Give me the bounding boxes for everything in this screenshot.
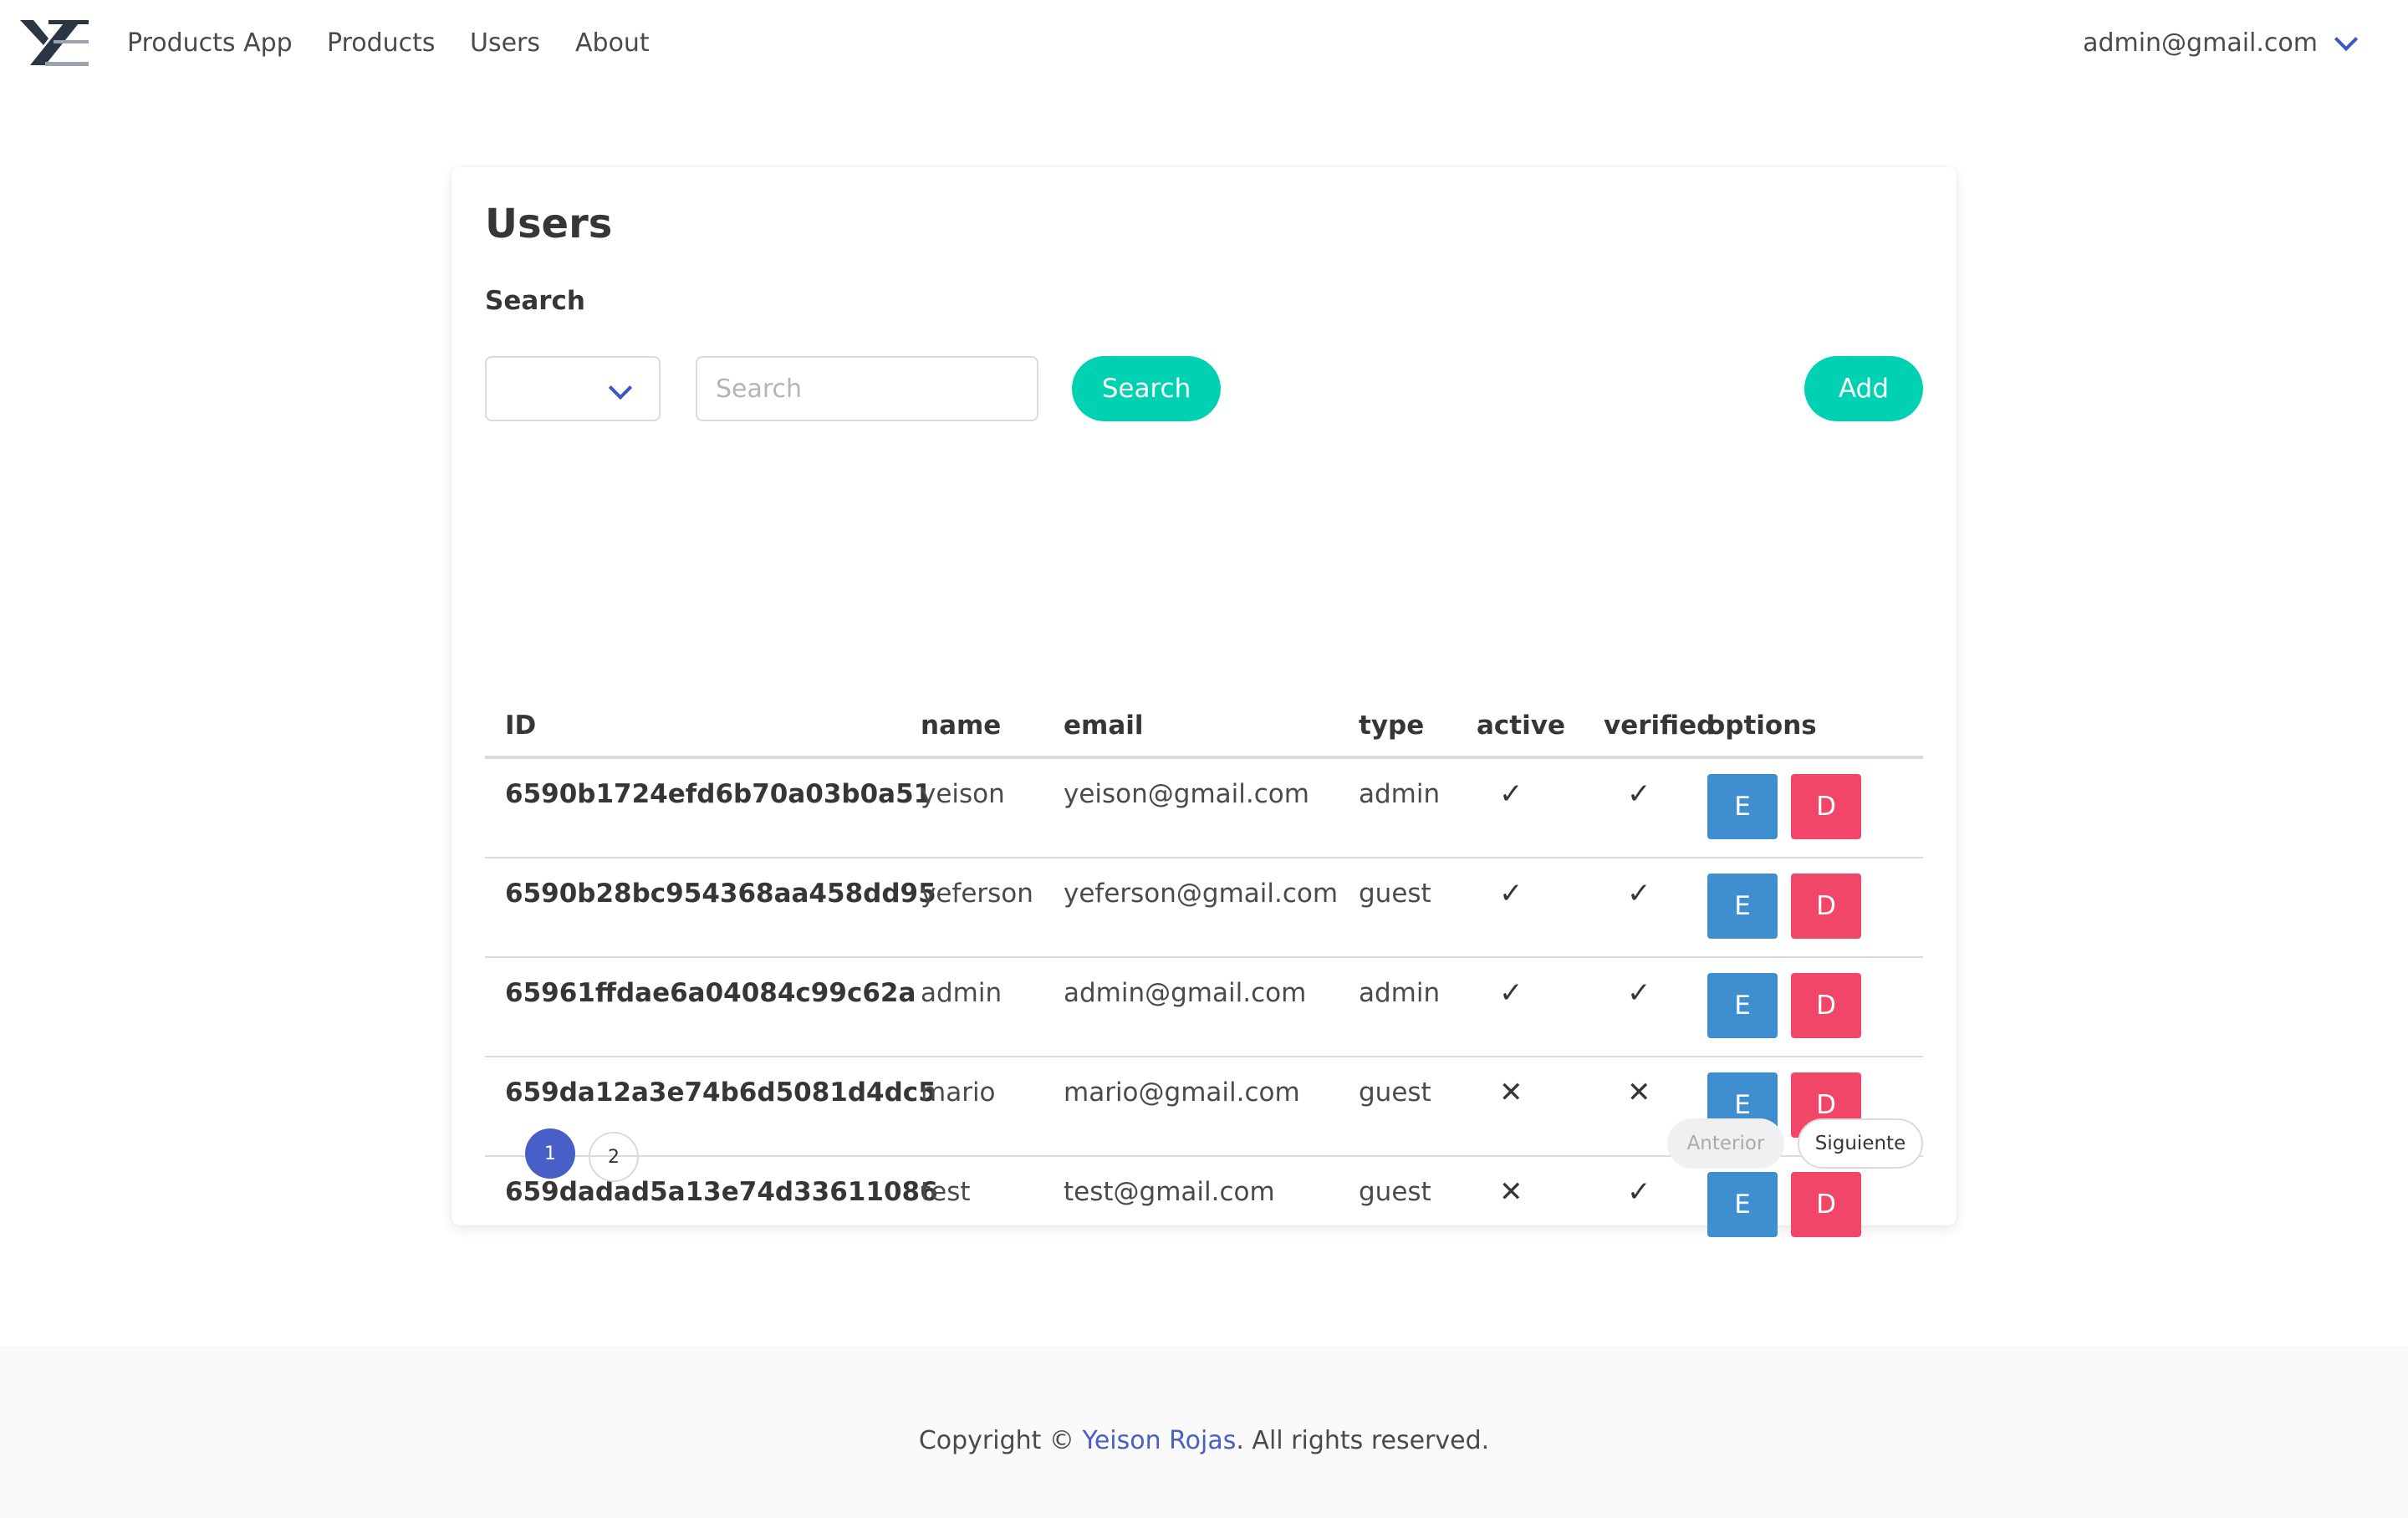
next-page-button[interactable]: Siguiente (1798, 1118, 1923, 1169)
check-icon: ✓ (1499, 777, 1523, 811)
column-header-active: active (1477, 711, 1565, 741)
search-field-select[interactable] (485, 356, 661, 421)
nav-link-products[interactable]: Products (327, 25, 436, 62)
cross-icon: ✕ (1627, 1076, 1651, 1109)
cell-name: test (921, 1177, 971, 1207)
cell-type: guest (1359, 879, 1431, 909)
footer-copyright: Copyright © Yeison Rojas. All rights res… (0, 1423, 2408, 1459)
cell-email: mario@gmail.com (1064, 1077, 1300, 1108)
check-icon: ✓ (1627, 1175, 1651, 1209)
delete-button[interactable]: D (1791, 774, 1861, 839)
cell-email: yeison@gmail.com (1064, 779, 1309, 809)
cell-id: 659da12a3e74b6d5081d4dc5 (505, 1077, 936, 1108)
user-email: admin@gmail.com (2083, 28, 2318, 58)
cell-id: 6590b28bc954368aa458dd95 (505, 879, 936, 909)
edit-button[interactable]: E (1707, 973, 1778, 1038)
cell-id: 659dadad5a13e74d33611086 (505, 1177, 938, 1207)
chevron-down-icon (2334, 27, 2359, 52)
cell-type: guest (1359, 1177, 1431, 1207)
column-header-options: options (1707, 711, 1817, 741)
user-menu[interactable]: admin@gmail.com (2083, 25, 2359, 62)
edit-button[interactable]: E (1707, 1172, 1778, 1237)
copyright-prefix: Copyright © (918, 1426, 1083, 1455)
edit-button[interactable]: E (1707, 774, 1778, 839)
table-row: 6590b1724efd6b70a03b0a51 yeison yeison@g… (485, 759, 1923, 858)
column-header-email: email (1064, 711, 1144, 741)
cell-email: test@gmail.com (1064, 1177, 1275, 1207)
column-header-id: ID (505, 711, 537, 741)
previous-page-button[interactable]: Anterior (1667, 1118, 1784, 1169)
column-header-verified: verified (1604, 711, 1716, 741)
cell-email: admin@gmail.com (1064, 978, 1307, 1008)
cell-name: yeison (921, 779, 1005, 809)
nav-link-users[interactable]: Users (470, 25, 540, 62)
copyright-suffix: . All rights reserved. (1236, 1426, 1490, 1455)
cell-type: admin (1359, 779, 1441, 809)
cell-name: mario (921, 1077, 996, 1108)
check-icon: ✓ (1499, 976, 1523, 1010)
check-icon: ✓ (1499, 877, 1523, 910)
footer: Copyright © Yeison Rojas. All rights res… (0, 1346, 2408, 1518)
search-button[interactable]: Search (1072, 356, 1221, 421)
column-header-type: type (1359, 711, 1425, 741)
author-link[interactable]: Yeison Rojas (1082, 1426, 1236, 1455)
search-input[interactable] (696, 356, 1038, 421)
users-card: Users Search Search Add ID name email ty… (452, 167, 1956, 1237)
cell-name: admin (921, 978, 1002, 1008)
pagination-page-2[interactable]: 2 (589, 1132, 639, 1182)
cell-type: guest (1359, 1077, 1431, 1108)
check-icon: ✓ (1627, 976, 1651, 1010)
cross-icon: ✕ (1499, 1175, 1523, 1209)
check-icon: ✓ (1627, 777, 1651, 811)
cross-icon: ✕ (1499, 1076, 1523, 1109)
navbar: Products App Products Users About admin@… (0, 0, 2408, 89)
page-title: Users (485, 201, 613, 247)
cell-name: yeferson (921, 879, 1033, 909)
column-header-name: name (921, 711, 1002, 741)
cell-id: 65961ffdae6a04084c99c62a (505, 978, 916, 1008)
add-user-button[interactable]: Add (1804, 356, 1923, 421)
delete-button[interactable]: D (1791, 1172, 1861, 1237)
cell-email: yeferson@gmail.com (1064, 879, 1339, 909)
brand-logo-icon[interactable] (20, 18, 89, 67)
table-row: 659dadad5a13e74d33611086 test test@gmail… (485, 1157, 1923, 1256)
nav-brand-link[interactable]: Products App (127, 25, 293, 62)
check-icon: ✓ (1627, 877, 1651, 910)
cell-id: 6590b1724efd6b70a03b0a51 (505, 779, 932, 809)
delete-button[interactable]: D (1791, 874, 1861, 939)
search-label: Search (485, 286, 586, 316)
cell-type: admin (1359, 978, 1441, 1008)
pagination-page-1[interactable]: 1 (525, 1128, 575, 1179)
nav-link-about[interactable]: About (575, 25, 650, 62)
delete-button[interactable]: D (1791, 973, 1861, 1038)
table-header: ID name email type active verified optio… (485, 685, 1923, 759)
table-row: 65961ffdae6a04084c99c62a admin admin@gma… (485, 958, 1923, 1057)
edit-button[interactable]: E (1707, 874, 1778, 939)
table-row: 6590b28bc954368aa458dd95 yeferson yefers… (485, 858, 1923, 958)
chevron-down-icon (608, 375, 633, 400)
